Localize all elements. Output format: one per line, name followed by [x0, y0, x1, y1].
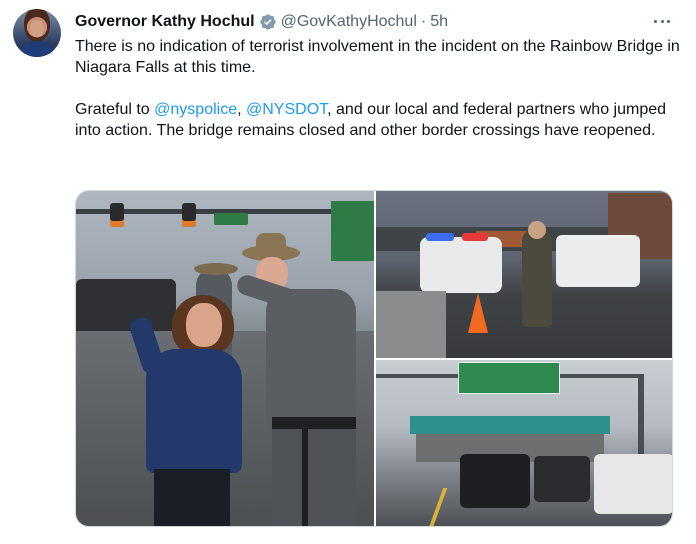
tweet-paragraph-2: Grateful to @nyspolice, @NYSDOT, and our…	[75, 99, 680, 141]
police-lights-red	[462, 233, 488, 241]
tweet-text: There is no indication of terrorist invo…	[75, 36, 680, 141]
green-highway-sign	[331, 201, 374, 261]
trooper-pants	[272, 429, 356, 526]
governor-face	[186, 303, 222, 347]
police-truck-right	[556, 235, 640, 287]
police-suv-left	[420, 237, 502, 293]
black-suv	[460, 454, 530, 508]
trooper-stripe	[302, 429, 308, 526]
signal-light-icon	[182, 203, 196, 227]
road-median	[376, 291, 446, 358]
timestamp[interactable]: 5h	[430, 13, 448, 31]
truck	[76, 279, 176, 337]
mention-nyspolice[interactable]: @nyspolice	[154, 101, 237, 118]
verified-badge-icon	[259, 14, 276, 30]
avatar[interactable]	[13, 9, 61, 57]
author-handle[interactable]: @GovKathyHochul	[281, 13, 417, 31]
avatar-face	[30, 20, 44, 37]
text-fragment: Grateful to	[75, 101, 155, 118]
traffic-cone	[468, 293, 488, 333]
police-lights-blue	[426, 233, 454, 241]
tweet-paragraph-1: There is no indication of terrorist invo…	[75, 38, 680, 76]
officer-head	[528, 221, 546, 239]
white-truck	[594, 454, 672, 514]
photo-border-crossing[interactable]	[376, 360, 672, 526]
dark-pickup	[534, 456, 590, 502]
tweet-header: Governor Kathy Hochul @GovKathyHochul · …	[75, 11, 448, 33]
mention-nysdot[interactable]: @NYSDOT	[246, 101, 327, 118]
tweet: Governor Kathy Hochul @GovKathyHochul · …	[0, 0, 696, 544]
signal-light-icon	[110, 203, 124, 227]
text-fragment: ,	[237, 101, 246, 118]
more-options-icon[interactable]	[651, 11, 673, 31]
campaign-hat	[194, 263, 238, 275]
toll-plaza-canopy	[410, 416, 610, 434]
officer-standing	[522, 229, 552, 327]
photo-police-roadblock[interactable]	[376, 191, 672, 358]
street-sign	[214, 213, 248, 225]
trooper-uniform	[266, 289, 356, 429]
separator-dot: ·	[420, 13, 427, 30]
photo-governor-with-trooper[interactable]	[76, 191, 374, 526]
display-name[interactable]: Governor Kathy Hochul	[75, 13, 255, 31]
road-lane-line	[428, 488, 448, 526]
governor-pants	[154, 469, 230, 526]
more-dot	[654, 19, 657, 23]
gantry-post	[638, 374, 644, 454]
more-dot	[660, 19, 664, 23]
trooper-hat-crown	[256, 233, 286, 253]
avatar-shoulders	[19, 41, 55, 57]
more-dot	[667, 19, 670, 23]
overhead-sign-green	[458, 362, 560, 394]
media-grid	[75, 190, 673, 527]
